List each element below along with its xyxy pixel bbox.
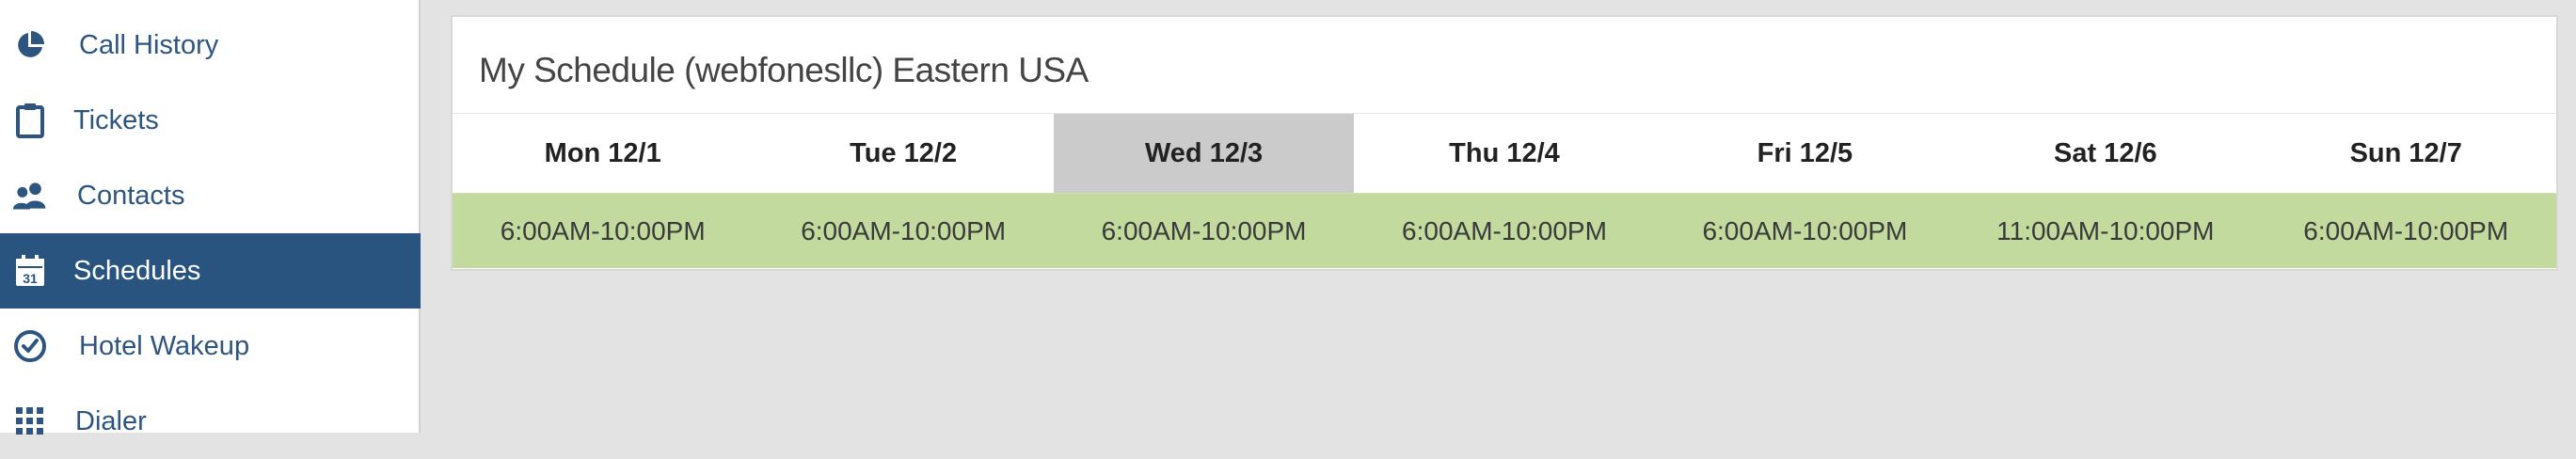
sidebar-item-label: Call History (79, 29, 219, 60)
day-header-row: Mon 12/1 Tue 12/2 Wed 12/3 Thu 12/4 Fri … (453, 114, 2556, 193)
sidebar-item-label: Contacts (77, 180, 185, 211)
day-header: Mon 12/1 (544, 137, 661, 168)
sidebar-item-hotel-wakeup[interactable]: Hotel Wakeup (0, 309, 421, 384)
sidebar-nav: Call History Tickets Contacts 31 Schedul… (0, 0, 421, 436)
sidebar-item-contacts[interactable]: Contacts (0, 158, 421, 233)
sidebar-item-schedules[interactable]: 31 Schedules (0, 233, 421, 309)
sidebar-item-label: Hotel Wakeup (79, 330, 250, 361)
hours-cell: 6:00AM-10:00PM (2303, 215, 2509, 245)
day-header: Fri 12/5 (1757, 137, 1853, 168)
sidebar-item-dialer[interactable]: Dialer (0, 384, 421, 459)
sidebar-item-label: Tickets (73, 104, 159, 135)
hours-cell: 6:00AM-10:00PM (1101, 215, 1307, 245)
day-header: Sun 12/7 (2349, 137, 2462, 168)
keypad-icon (11, 403, 49, 440)
schedule-panel: My Schedule (webfonesllc) Eastern USA Mo… (451, 15, 2558, 271)
sidebar-item-tickets[interactable]: Tickets (0, 83, 421, 158)
clock-check-icon (11, 327, 49, 365)
sidebar-item-call-history[interactable]: Call History (0, 8, 421, 83)
clipboard-icon (11, 102, 49, 139)
users-icon (11, 177, 49, 214)
day-header: Tue 12/2 (850, 137, 958, 168)
pie-chart-icon (11, 26, 49, 64)
svg-text:31: 31 (23, 271, 38, 286)
hours-cell: 6:00AM-10:00PM (500, 215, 706, 245)
schedule-table: Mon 12/1 Tue 12/2 Wed 12/3 Thu 12/4 Fri … (453, 113, 2556, 268)
day-header: Thu 12/4 (1449, 137, 1560, 168)
hours-cell: 6:00AM-10:00PM (801, 215, 1007, 245)
day-header: Sat 12/6 (2054, 137, 2157, 168)
hours-cell: 6:00AM-10:00PM (1702, 215, 1908, 245)
hours-row: 6:00AM-10:00PM 6:00AM-10:00PM 6:00AM-10:… (453, 193, 2556, 268)
hours-cell: 11:00AM-10:00PM (1996, 215, 2215, 245)
top-strip (422, 0, 2576, 15)
sidebar-item-label: Schedules (73, 255, 201, 286)
calendar-icon: 31 (11, 252, 49, 290)
panel-title: My Schedule (webfonesllc) Eastern USA (479, 51, 1089, 89)
hours-cell: 6:00AM-10:00PM (1402, 215, 1607, 245)
day-header-today: Wed 12/3 (1053, 114, 1355, 193)
main-content: My Schedule (webfonesllc) Eastern USA Mo… (422, 0, 2576, 433)
